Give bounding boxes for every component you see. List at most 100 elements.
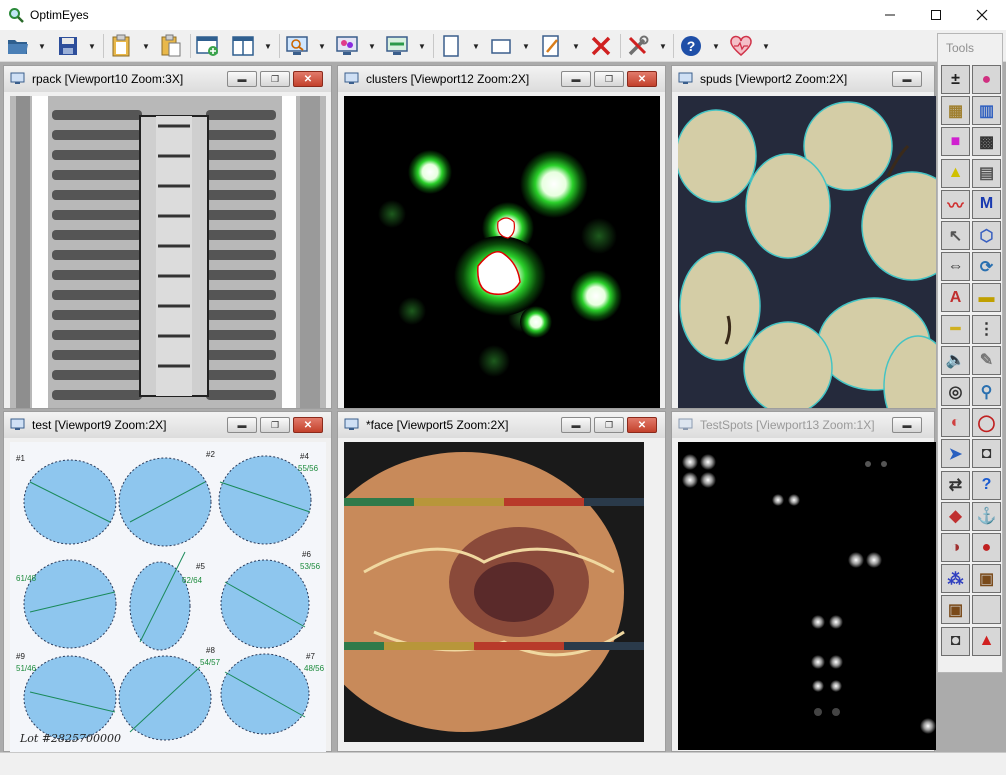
- film-ruler-icon[interactable]: ▤: [972, 158, 1001, 188]
- film-frame-icon[interactable]: ▣: [941, 595, 970, 625]
- calc-1-2-icon[interactable]: ±: [941, 65, 970, 94]
- abc-text-icon[interactable]: A: [941, 283, 970, 313]
- image-view-ic-chip[interactable]: [10, 96, 326, 408]
- rect-frame-dropdown-icon[interactable]: ▼: [522, 43, 530, 51]
- red-x-icon[interactable]: [588, 33, 614, 59]
- restore-button[interactable]: ❐: [594, 417, 624, 433]
- ruler-stack-icon[interactable]: ▬: [972, 283, 1001, 313]
- capture-view-dropdown-icon[interactable]: ▼: [418, 43, 426, 51]
- viewport-title-bar[interactable]: *face [Viewport5 Zoom:2X] ▬ ❐ ✕: [338, 412, 665, 438]
- swap-arrows-icon[interactable]: ⇄: [941, 470, 970, 500]
- minimize-button[interactable]: ▬: [892, 417, 922, 433]
- folder-open-icon[interactable]: [5, 33, 31, 59]
- abc-glasses-icon[interactable]: ◑: [941, 533, 970, 562]
- clipboard-icon[interactable]: [108, 33, 134, 59]
- rotate-arrows-icon[interactable]: ⟳: [972, 252, 1001, 282]
- monitor-color-icon[interactable]: [334, 33, 360, 59]
- viewport-window-testspots[interactable]: TestSpots [Viewport13 Zoom:1X] ▬: [671, 411, 936, 752]
- help-dropdown-icon[interactable]: ▼: [712, 43, 720, 51]
- tile-windows-icon[interactable]: [230, 33, 256, 59]
- help-icon[interactable]: ?: [678, 33, 704, 59]
- floppy-disk-icon[interactable]: [55, 33, 81, 59]
- health-dropdown-icon[interactable]: ▼: [762, 43, 770, 51]
- image-view-blue-plate[interactable]: Lot #2825700000 #1 #2 #4 #5 #6 #7 #8 #9 …: [10, 442, 326, 753]
- wrench-screwdriver-icon[interactable]: [625, 33, 651, 59]
- viewport-window-clusters[interactable]: clusters [Viewport12 Zoom:2X] ▬ ❐ ✕: [337, 65, 666, 409]
- camera-alt-icon[interactable]: ◘: [941, 626, 970, 656]
- compare-lines-icon[interactable]: ⋮: [972, 314, 1001, 344]
- image-view-spots[interactable]: [678, 442, 936, 750]
- measure-arrows-icon[interactable]: ⇔: [941, 252, 970, 282]
- viewport-window-rpack[interactable]: rpack [Viewport10 Zoom:3X] ▬ ❐ ✕: [3, 65, 332, 409]
- m-letter-icon[interactable]: M: [972, 189, 1001, 219]
- restore-button[interactable]: ❐: [594, 71, 624, 87]
- tile-dropdown-icon[interactable]: ▼: [264, 43, 272, 51]
- red-cone-icon[interactable]: ▲: [972, 626, 1001, 656]
- camera-icon[interactable]: ◘: [972, 439, 1001, 469]
- line-graph-icon[interactable]: 〰: [941, 189, 970, 219]
- close-button[interactable]: [959, 0, 1005, 30]
- close-button[interactable]: ✕: [627, 71, 657, 87]
- paste-icon[interactable]: [158, 33, 184, 59]
- maximize-button[interactable]: [913, 0, 959, 30]
- anchor-icon[interactable]: ⚓: [972, 501, 1001, 531]
- rgb-cube-icon[interactable]: ◆: [941, 501, 970, 531]
- binary-grid-icon[interactable]: ▩: [972, 127, 1001, 157]
- viewport-title-bar[interactable]: spuds [Viewport2 Zoom:2X] ▬: [672, 66, 934, 92]
- close-button[interactable]: ✕: [293, 71, 323, 87]
- new-window-icon[interactable]: [195, 33, 221, 59]
- clipboard-dropdown-icon[interactable]: ▼: [142, 43, 150, 51]
- color-dots-icon[interactable]: ●: [972, 65, 1001, 94]
- page-frame-dropdown-icon[interactable]: ▼: [472, 43, 480, 51]
- viewport-title-bar[interactable]: clusters [Viewport12 Zoom:2X] ▬ ❐ ✕: [338, 66, 665, 92]
- crayons-icon[interactable]: ▥: [972, 96, 1001, 126]
- restore-button[interactable]: ❐: [260, 417, 290, 433]
- viewport-window-face[interactable]: *face [Viewport5 Zoom:2X] ▬ ❐ ✕: [337, 411, 666, 752]
- color-view-dropdown-icon[interactable]: ▼: [368, 43, 376, 51]
- scatter-dots-icon[interactable]: ⁂: [941, 564, 970, 594]
- image-view-face[interactable]: [344, 442, 644, 742]
- save-dropdown-icon[interactable]: ▼: [88, 43, 96, 51]
- color-magnifier-icon[interactable]: ⚲: [972, 377, 1001, 406]
- color-arrow-icon[interactable]: ➤: [941, 439, 970, 469]
- blank-tool-icon[interactable]: [972, 595, 1001, 625]
- minimize-button[interactable]: ▬: [227, 71, 257, 87]
- triangle-peak-icon[interactable]: ▲: [941, 158, 970, 188]
- rectangle-frame-icon[interactable]: [488, 33, 514, 59]
- viewport-title-bar[interactable]: test [Viewport9 Zoom:2X] ▬ ❐ ✕: [4, 412, 331, 438]
- viewport-window-spuds[interactable]: spuds [Viewport2 Zoom:2X] ▬: [671, 65, 936, 409]
- yellow-ruler-icon[interactable]: ━: [941, 314, 970, 344]
- red-blob-icon[interactable]: ●: [972, 533, 1001, 562]
- film-strip-icon[interactable]: ▣: [972, 564, 1001, 594]
- pencil-note-icon[interactable]: [538, 33, 564, 59]
- minimize-button[interactable]: [867, 0, 913, 30]
- restore-button[interactable]: ❐: [260, 71, 290, 87]
- viewport-title-bar[interactable]: rpack [Viewport10 Zoom:3X] ▬ ❐ ✕: [4, 66, 331, 92]
- magenta-square-icon[interactable]: ■: [941, 127, 970, 157]
- image-view-clusters[interactable]: [344, 96, 660, 408]
- close-button[interactable]: ✕: [293, 417, 323, 433]
- monitor-capture-icon[interactable]: [384, 33, 410, 59]
- edit-note-dropdown-icon[interactable]: ▼: [572, 43, 580, 51]
- viewport-title-bar[interactable]: TestSpots [Viewport13 Zoom:1X] ▬: [672, 412, 934, 438]
- question-icon[interactable]: ?: [972, 470, 1001, 500]
- close-button[interactable]: ✕: [627, 417, 657, 433]
- speaker-icon[interactable]: 🔈: [941, 345, 970, 375]
- blocks-icon[interactable]: ▦: [941, 96, 970, 126]
- open-dropdown-icon[interactable]: ▼: [38, 43, 46, 51]
- minimize-button[interactable]: ▬: [892, 71, 922, 87]
- monitor-magnifier-icon[interactable]: [284, 33, 310, 59]
- red-outline-icon[interactable]: ◯: [972, 408, 1001, 438]
- pencil-icon[interactable]: ✎: [972, 345, 1001, 375]
- polygon-outline-icon[interactable]: ⬡: [972, 221, 1001, 250]
- image-view-potatoes[interactable]: [678, 96, 936, 408]
- color-wheel-icon[interactable]: ◐: [941, 408, 970, 438]
- heart-monitor-icon[interactable]: [728, 33, 754, 59]
- minimize-button[interactable]: ▬: [227, 417, 257, 433]
- binoculars-icon[interactable]: ◎: [941, 377, 970, 406]
- zoom-view-dropdown-icon[interactable]: ▼: [318, 43, 326, 51]
- minimize-button[interactable]: ▬: [561, 71, 591, 87]
- page-frame-icon[interactable]: [438, 33, 464, 59]
- minimize-button[interactable]: ▬: [561, 417, 591, 433]
- viewport-window-test[interactable]: test [Viewport9 Zoom:2X] ▬ ❐ ✕ Lot #2825…: [3, 411, 332, 753]
